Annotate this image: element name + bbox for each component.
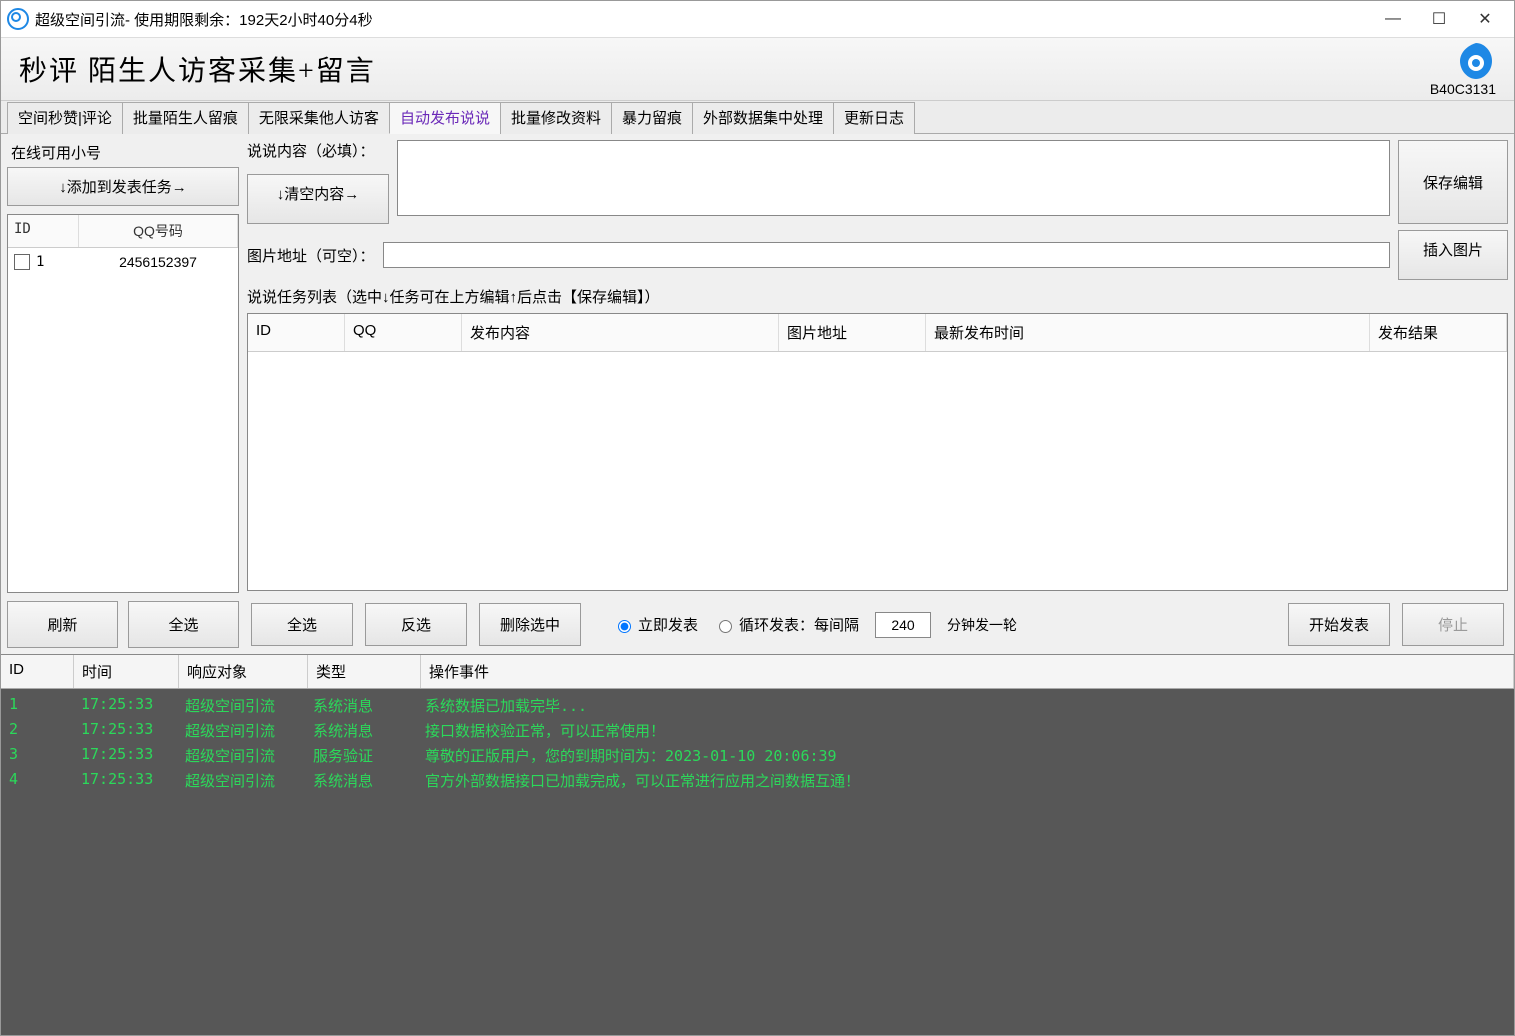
log-col-id: ID [1,655,74,688]
start-publish-button[interactable]: 开始发表 [1288,603,1390,646]
task-col-time: 最新发布时间 [926,314,1370,351]
tab-7[interactable]: 更新日志 [833,102,915,134]
accounts-table: ID QQ号码 12456152397 [7,214,239,593]
radio-now-input[interactable] [618,620,631,633]
log-col-time: 时间 [74,655,179,688]
save-edit-button[interactable]: 保存编辑 [1398,140,1508,224]
log-row: 317:25:33超级空间引流服务验证尊敬的正版用户，您的到期时间为：2023-… [1,743,1514,768]
refresh-button[interactable]: 刷新 [7,601,118,648]
radio-publish-loop[interactable]: 循环发表：每间隔 [714,614,859,635]
radio-publish-now[interactable]: 立即发表 [613,614,698,635]
banner: 秒评 陌生人访客采集+留言 B40C3131 [1,38,1514,101]
log-row: 117:25:33超级空间引流系统消息系统数据已加载完毕... [1,693,1514,718]
log-col-event: 操作事件 [421,655,1514,688]
tab-3[interactable]: 自动发布说说 [389,102,501,134]
radio-loop-input[interactable] [719,620,732,633]
tab-5[interactable]: 暴力留痕 [611,102,693,134]
log-panel: ID 时间 响应对象 类型 操作事件 117:25:33超级空间引流系统消息系统… [1,654,1514,1035]
task-delete-button[interactable]: 删除选中 [479,603,581,646]
maximize-button[interactable]: ☐ [1416,3,1462,35]
log-row: 217:25:33超级空间引流系统消息接口数据校验正常，可以正常使用！ [1,718,1514,743]
task-col-qq: QQ [345,314,462,351]
banner-title: 秒评 陌生人访客采集+留言 [19,49,376,89]
log-col-type: 类型 [308,655,421,688]
clear-content-button[interactable]: ↓清空内容→ [247,174,389,224]
task-invert-button[interactable]: 反选 [365,603,467,646]
task-col-id: ID [248,314,345,351]
title-suffix: - 使用期限剩余：192天2小时40分4秒 [125,9,373,30]
task-col-result: 发布结果 [1370,314,1507,351]
content-label: 说说内容（必填）： [247,140,389,161]
task-select-all-button[interactable]: 全选 [251,603,353,646]
app-name: 超级空间引流 [35,9,125,30]
account-row[interactable]: 12456152397 [8,248,238,276]
task-col-img: 图片地址 [779,314,926,351]
loop-suffix: 分钟发一轮 [947,615,1017,635]
log-row: 417:25:33超级空间引流系统消息官方外部数据接口已加载完成，可以正常进行应… [1,768,1514,793]
stop-publish-button[interactable]: 停止 [1402,603,1504,646]
accounts-col-id: ID [8,215,79,247]
content-textarea[interactable] [397,140,1390,216]
image-addr-label: 图片地址（可空）： [247,245,375,266]
close-button[interactable]: ✕ [1462,3,1508,35]
select-all-accounts-button[interactable]: 全选 [128,601,239,648]
image-addr-input[interactable] [383,242,1390,268]
interval-input[interactable] [875,612,931,638]
tab-0[interactable]: 空间秒赞|评论 [7,102,123,134]
tab-1[interactable]: 批量陌生人留痕 [122,102,249,134]
log-col-obj: 响应对象 [179,655,308,688]
add-to-task-button[interactable]: ↓添加到发表任务→ [7,167,239,206]
account-checkbox[interactable] [14,254,30,270]
minimize-button[interactable]: — [1370,3,1416,35]
app-icon [7,8,29,30]
tab-4[interactable]: 批量修改资料 [500,102,612,134]
logo-icon [1456,41,1496,81]
task-list-label: 说说任务列表（选中↓任务可在上方编辑↑后点击【保存编辑】） [247,286,1508,307]
accounts-col-qq: QQ号码 [79,215,238,247]
tab-bar: 空间秒赞|评论批量陌生人留痕无限采集他人访客自动发布说说批量修改资料暴力留痕外部… [1,101,1514,134]
tab-2[interactable]: 无限采集他人访客 [248,102,390,134]
task-table: ID QQ 发布内容 图片地址 最新发布时间 发布结果 [247,313,1508,591]
insert-image-button[interactable]: 插入图片 [1398,230,1508,280]
tab-6[interactable]: 外部数据集中处理 [692,102,834,134]
license-code: B40C3131 [1430,81,1496,97]
accounts-label: 在线可用小号 [11,142,235,163]
titlebar: 超级空间引流 - 使用期限剩余：192天2小时40分4秒 — ☐ ✕ [1,1,1514,38]
task-col-content: 发布内容 [462,314,779,351]
